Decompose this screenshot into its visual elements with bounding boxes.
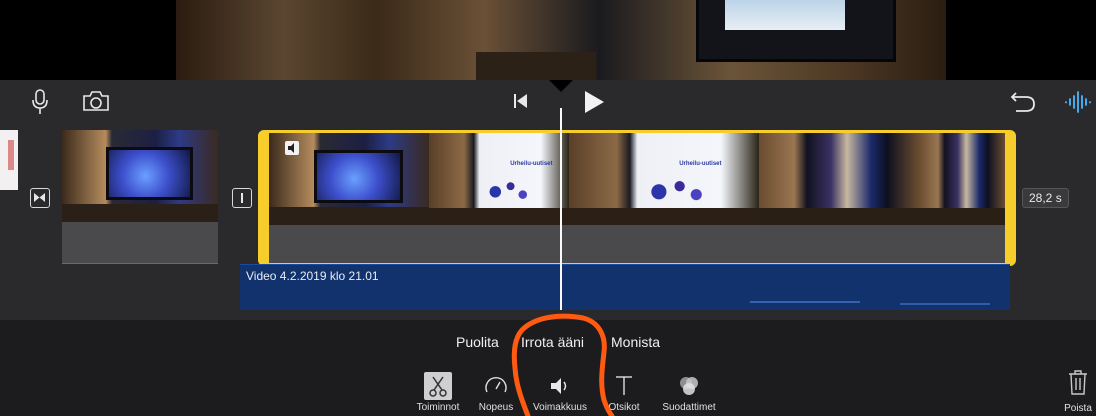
microphone-icon[interactable] [32, 89, 48, 115]
delete-button[interactable]: Poista [1058, 368, 1096, 414]
duplicate-button[interactable]: Monista [611, 334, 660, 350]
audio-waveform-icon[interactable] [1064, 90, 1092, 114]
filters-icon [680, 377, 698, 395]
clip-selection-frame[interactable]: Urheilu-uutiset Urheilu-uutiset [258, 130, 1016, 266]
preview-furniture [476, 52, 596, 80]
detached-audio-clip[interactable]: Video 4.2.2019 klo 21.01 [240, 264, 1010, 310]
playhead-marker[interactable] [549, 80, 573, 92]
clip-thumbnails [62, 130, 218, 222]
trash-icon [1069, 370, 1087, 395]
scissors-icon [424, 372, 452, 400]
split-button[interactable]: Puolita [456, 334, 499, 350]
delete-label: Poista [1064, 403, 1092, 414]
tool-filters[interactable]: Suodattimet [649, 372, 729, 413]
skip-to-start-icon[interactable] [513, 92, 529, 110]
preview-monitor [696, 0, 896, 62]
timeline[interactable]: Urheilu-uutiset Urheilu-uutiset 28,2 s V… [0, 124, 1096, 320]
clip-thumbnail: Urheilu-uutiset [569, 133, 759, 225]
title-text-icon [616, 376, 632, 395]
clip-thumbnail [759, 133, 919, 225]
thumbnail-text: Urheilu-uutiset [510, 160, 553, 167]
clip-inspector: Puolita Irrota ääni Monista Toiminnot No… [0, 320, 1096, 416]
preview-frame-image [176, 0, 946, 80]
video-preview [0, 0, 1096, 80]
play-icon[interactable] [582, 90, 606, 114]
clip-duration-badge: 28,2 s [1022, 188, 1069, 208]
clip-thumbnail: Urheilu-uutiset [429, 133, 569, 225]
transition-icon[interactable] [30, 188, 50, 208]
detach-audio-button[interactable]: Irrota ääni [521, 334, 584, 350]
bowtie-transition-icon [34, 193, 45, 202]
clip-thumbnail [62, 130, 218, 222]
playhead-line[interactable] [560, 108, 562, 310]
speedometer-icon [485, 376, 507, 393]
audio-clip-label: Video 4.2.2019 klo 21.01 [246, 269, 379, 283]
previous-clip-edge[interactable] [0, 130, 18, 190]
selected-video-clip[interactable]: Urheilu-uutiset Urheilu-uutiset [258, 130, 1016, 266]
audio-waveform [750, 301, 860, 303]
undo-icon[interactable] [1010, 89, 1036, 113]
tool-label: Suodattimet [662, 402, 716, 413]
thumbnail-text: Urheilu-uutiset [679, 160, 722, 167]
video-clip[interactable] [62, 130, 218, 264]
transition-none-icon[interactable] [232, 188, 252, 208]
clip-thumbnail [919, 133, 1005, 225]
clip-audio-area [269, 225, 1005, 263]
muted-speaker-icon [285, 141, 299, 155]
camera-icon[interactable] [82, 90, 110, 112]
clip-audio-area [62, 222, 218, 264]
imovie-editor: Urheilu-uutiset Urheilu-uutiset 28,2 s V… [0, 0, 1096, 416]
speaker-icon [551, 378, 567, 394]
playback-toolbar [0, 80, 1096, 124]
audio-waveform [900, 303, 990, 305]
clip-thumbnails: Urheilu-uutiset Urheilu-uutiset [269, 133, 1005, 225]
